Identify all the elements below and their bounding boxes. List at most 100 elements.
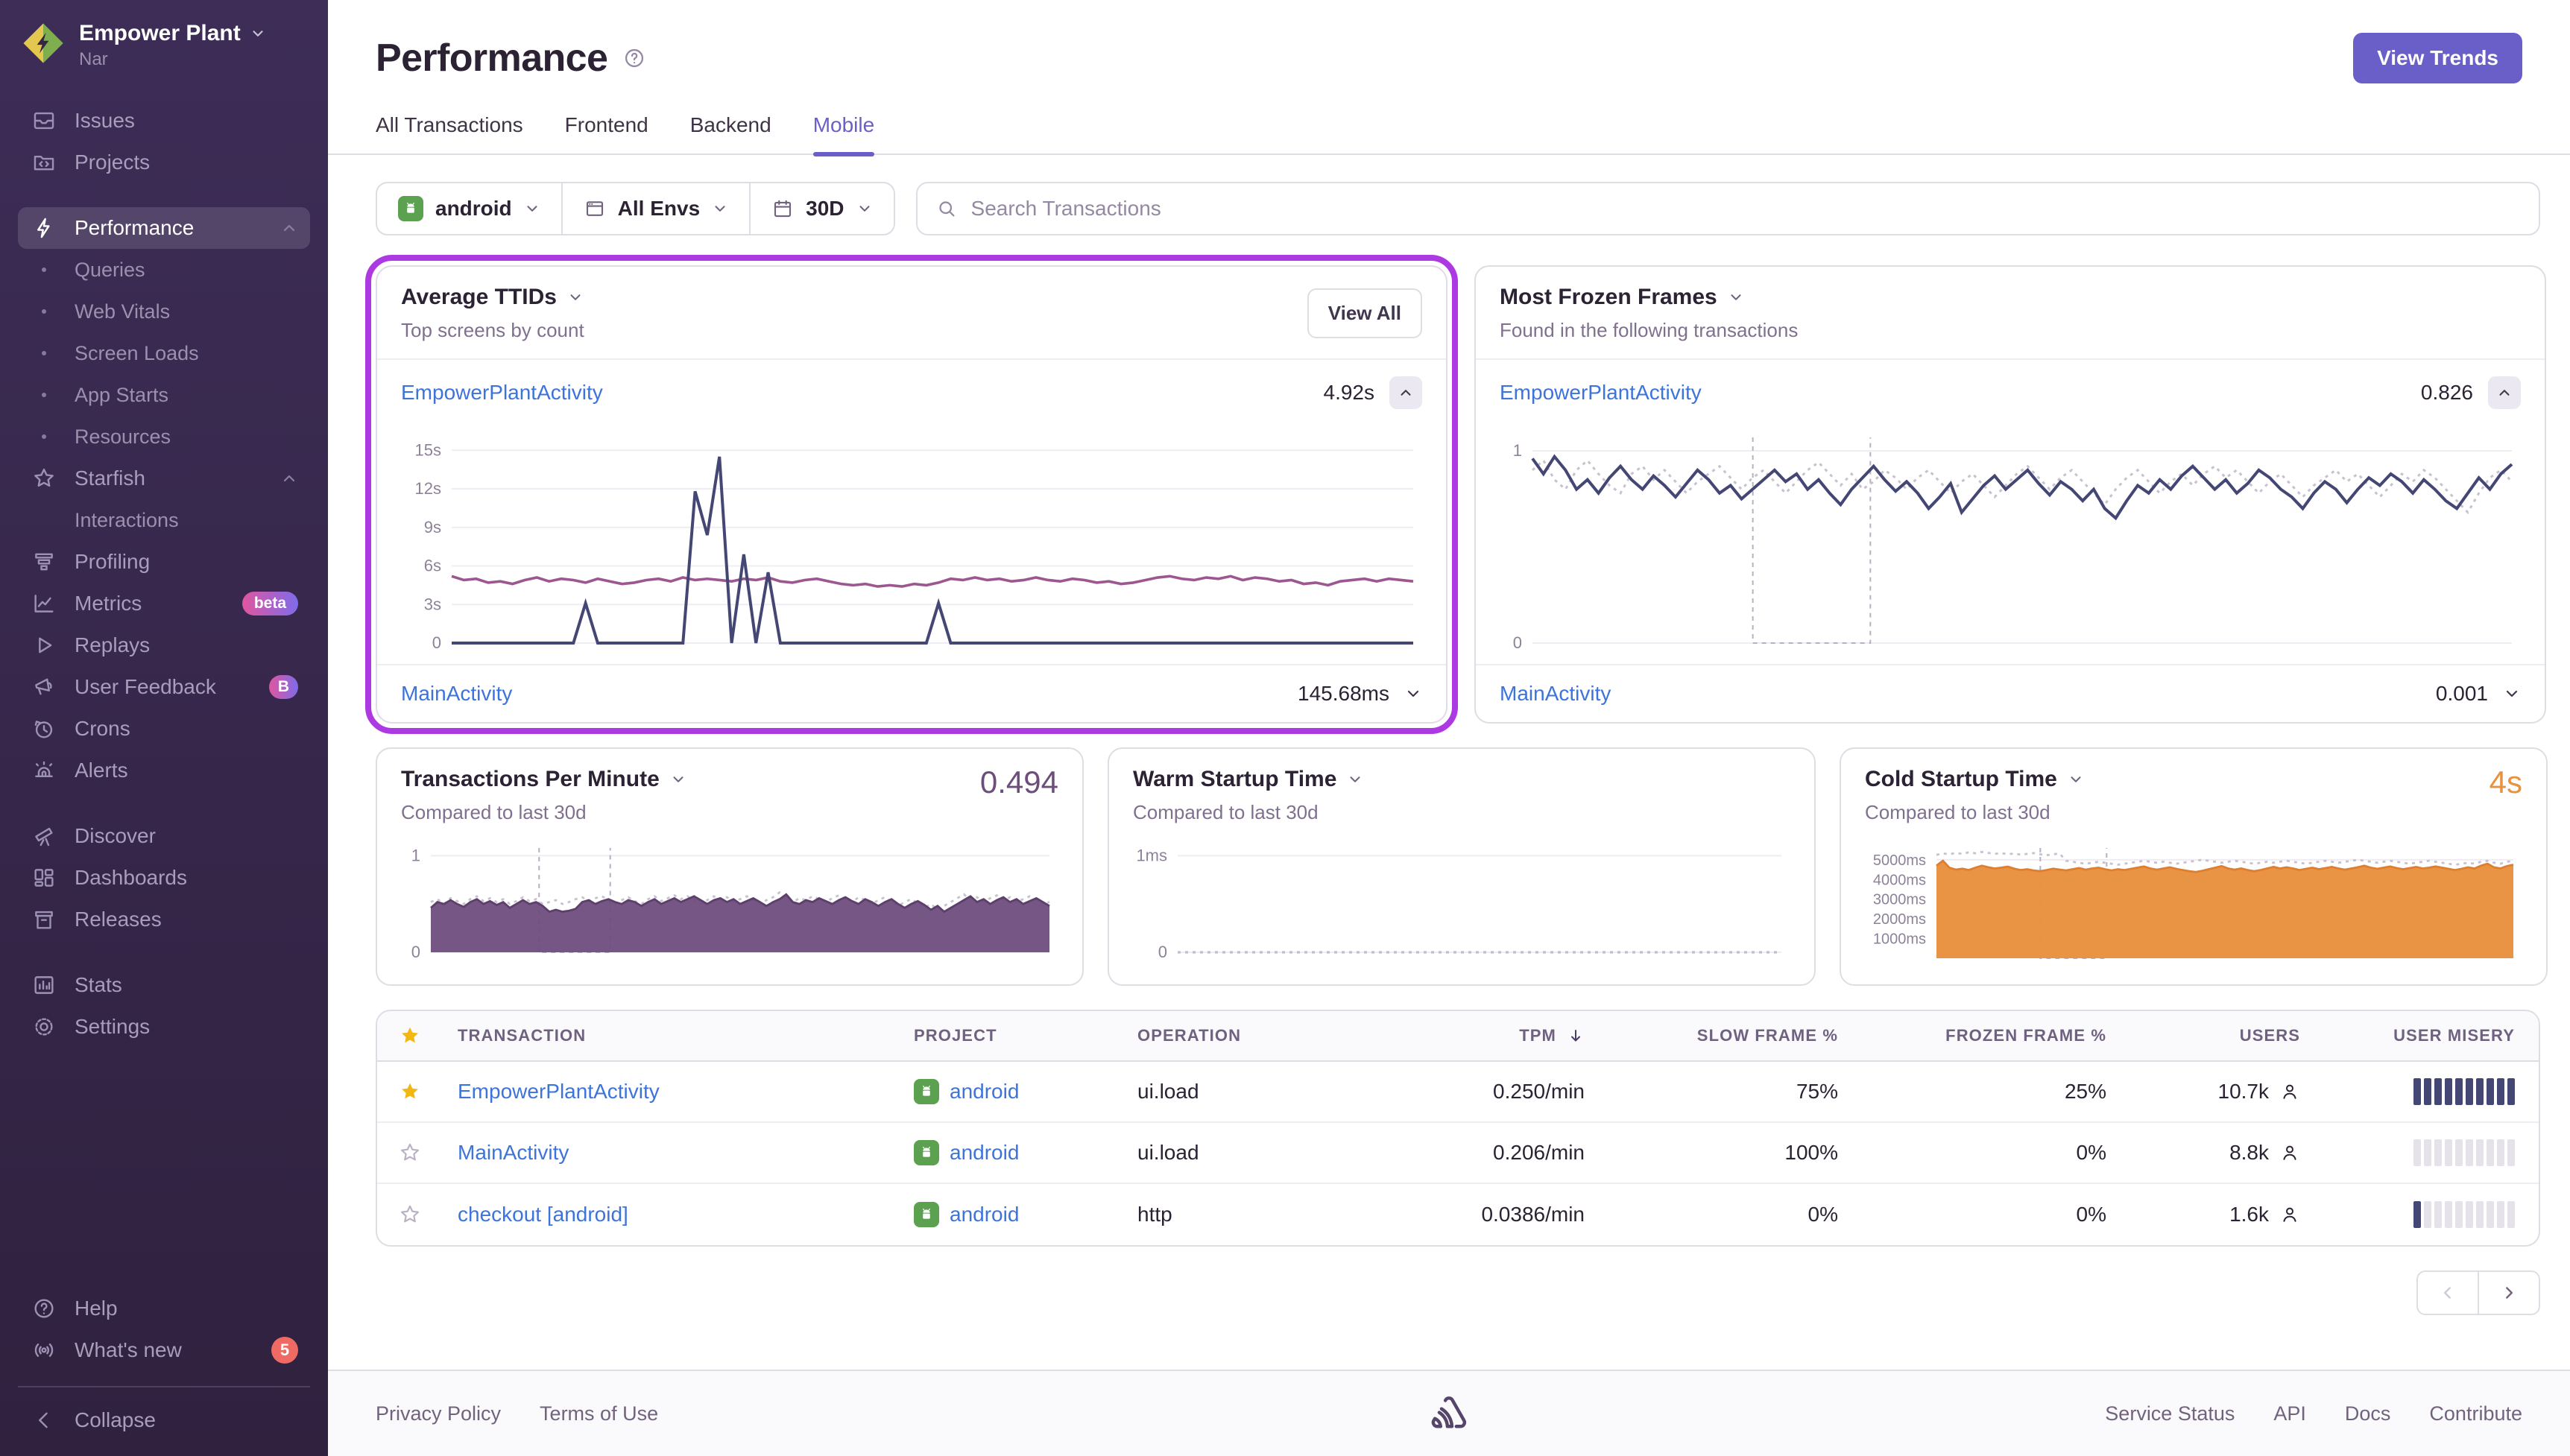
sidebar-collapse-button[interactable]: Collapse bbox=[18, 1399, 310, 1441]
sidebar-item-issues[interactable]: Issues bbox=[18, 100, 310, 142]
frozen-widget-selector[interactable]: Most Frozen Frames bbox=[1500, 285, 2521, 310]
star-toggle[interactable] bbox=[377, 1141, 443, 1165]
help-icon bbox=[30, 1296, 58, 1321]
view-trends-button[interactable]: View Trends bbox=[2353, 33, 2522, 83]
svg-text:1ms: 1ms bbox=[1136, 846, 1167, 864]
sidebar-item-resources[interactable]: Resources bbox=[18, 416, 310, 458]
android-project-icon bbox=[914, 1140, 939, 1165]
collapse-row-button[interactable] bbox=[1389, 376, 1422, 409]
sidebar-item-discover[interactable]: Discover bbox=[18, 815, 310, 857]
footer-link-api[interactable]: API bbox=[2273, 1402, 2306, 1425]
date-range-filter[interactable]: 30D bbox=[751, 183, 893, 234]
org-name: Empower Plant bbox=[79, 21, 241, 46]
warm-widget-selector[interactable]: Warm Startup Time bbox=[1133, 767, 1363, 792]
footer-link-service-status[interactable]: Service Status bbox=[2105, 1402, 2235, 1425]
sidebar-item-metrics[interactable]: Metrics beta bbox=[18, 583, 310, 624]
sidebar-item-replays[interactable]: Replays bbox=[18, 624, 310, 666]
notification-badge: 5 bbox=[271, 1337, 298, 1364]
sidebar-item-profiling[interactable]: Profiling bbox=[18, 541, 310, 583]
star-toggle[interactable] bbox=[377, 1080, 443, 1104]
project-filter[interactable]: android bbox=[377, 183, 563, 234]
chevron-down-icon bbox=[856, 200, 873, 217]
search-input[interactable] bbox=[971, 197, 2521, 221]
android-project-icon bbox=[914, 1202, 939, 1227]
sidebar-item-interactions[interactable]: Interactions bbox=[18, 499, 310, 541]
expand-row-button[interactable] bbox=[1404, 685, 1422, 703]
sidebar-item-queries[interactable]: Queries bbox=[18, 249, 310, 291]
sidebar-item-releases[interactable]: Releases bbox=[18, 899, 310, 940]
tpm-value: 0.206/min bbox=[1376, 1141, 1600, 1165]
sidebar-item-stats[interactable]: Stats bbox=[18, 964, 310, 1006]
sidebar-item-screen-loads[interactable]: Screen Loads bbox=[18, 332, 310, 374]
column-header-operation: OPERATION bbox=[1123, 1026, 1376, 1045]
cold-startup-chart: 5000ms4000ms3000ms2000ms1000ms bbox=[1865, 839, 2522, 967]
sidebar-item-user-feedback[interactable]: User Feedback B bbox=[18, 666, 310, 708]
tab-all-transactions[interactable]: All Transactions bbox=[376, 113, 523, 153]
sidebar-item-crons[interactable]: Crons bbox=[18, 708, 310, 750]
sidebar-item-alerts[interactable]: Alerts bbox=[18, 750, 310, 791]
chevron-down-icon bbox=[1728, 289, 1744, 306]
main-area: Performance View Trends All Transactions… bbox=[328, 0, 2570, 1456]
cold-value: 4s bbox=[2490, 767, 2522, 798]
panel-warm-startup-time: Warm Startup Time Compared to last 30d 1… bbox=[1108, 747, 1816, 986]
replays-icon bbox=[30, 633, 58, 658]
collapse-row-button[interactable] bbox=[2488, 376, 2521, 409]
transaction-link[interactable]: checkout [android] bbox=[458, 1203, 628, 1226]
cold-widget-selector[interactable]: Cold Startup Time bbox=[1865, 767, 2084, 792]
footer-link-privacy-policy[interactable]: Privacy Policy bbox=[376, 1402, 501, 1425]
project-filter-label: android bbox=[435, 197, 512, 221]
tab-mobile[interactable]: Mobile bbox=[813, 113, 874, 153]
sidebar-item-dashboards[interactable]: Dashboards bbox=[18, 857, 310, 899]
chevron-left-icon bbox=[30, 1408, 58, 1433]
footer-link-terms-of-use[interactable]: Terms of Use bbox=[540, 1402, 658, 1425]
sidebar-item-label: Releases bbox=[75, 908, 162, 931]
star-toggle[interactable] bbox=[377, 1203, 443, 1226]
sidebar-item-performance[interactable]: Performance bbox=[18, 207, 310, 249]
sidebar-item-web-vitals[interactable]: Web Vitals bbox=[18, 291, 310, 332]
column-header-tpm[interactable]: TPM bbox=[1376, 1026, 1600, 1045]
transaction-link[interactable]: EmpowerPlantActivity bbox=[401, 381, 603, 405]
sentry-logo-icon[interactable] bbox=[1427, 1393, 1471, 1434]
transaction-link[interactable]: EmpowerPlantActivity bbox=[458, 1080, 660, 1104]
footer-link-docs[interactable]: Docs bbox=[2345, 1402, 2391, 1425]
projects-icon bbox=[30, 150, 58, 175]
panel-transactions-per-minute: Transactions Per Minute Compared to last… bbox=[376, 747, 1084, 986]
svg-text:4000ms: 4000ms bbox=[1873, 872, 1926, 888]
expand-row-button[interactable] bbox=[2503, 685, 2521, 703]
alerts-icon bbox=[30, 758, 58, 783]
star-icon[interactable] bbox=[398, 1024, 422, 1048]
transaction-link[interactable]: MainActivity bbox=[458, 1141, 569, 1165]
tab-frontend[interactable]: Frontend bbox=[565, 113, 648, 153]
previous-page-button[interactable] bbox=[2416, 1270, 2479, 1315]
project-link[interactable]: android bbox=[950, 1141, 1019, 1165]
ttids-widget-selector[interactable]: Average TTIDs bbox=[401, 285, 1307, 310]
project-link[interactable]: android bbox=[950, 1080, 1019, 1104]
footer-link-contribute[interactable]: Contribute bbox=[2429, 1402, 2522, 1425]
sidebar-item-label: Replays bbox=[75, 633, 150, 657]
sidebar-item-settings[interactable]: Settings bbox=[18, 1006, 310, 1048]
operation-value: http bbox=[1123, 1203, 1376, 1226]
transaction-link[interactable]: EmpowerPlantActivity bbox=[1500, 381, 1702, 405]
sidebar-item-label: Help bbox=[75, 1297, 118, 1320]
transaction-link[interactable]: MainActivity bbox=[1500, 682, 1611, 706]
svg-text:5000ms: 5000ms bbox=[1873, 852, 1926, 869]
sidebar-item-label: Issues bbox=[75, 109, 135, 133]
next-page-button[interactable] bbox=[2478, 1270, 2540, 1315]
table-header-row: TRANSACTIONPROJECTOPERATIONTPMSLOW FRAME… bbox=[377, 1011, 2539, 1062]
sidebar-item-projects[interactable]: Projects bbox=[18, 142, 310, 183]
tpm-widget-selector[interactable]: Transactions Per Minute bbox=[401, 767, 686, 792]
chevron-down-icon bbox=[250, 25, 266, 42]
stats-icon bbox=[30, 972, 58, 998]
tab-backend[interactable]: Backend bbox=[690, 113, 771, 153]
view-all-button[interactable]: View All bbox=[1307, 288, 1422, 338]
sidebar-item-label: App Starts bbox=[75, 384, 168, 407]
project-link[interactable]: android bbox=[950, 1203, 1019, 1226]
org-switcher[interactable]: Empower Plant Nar bbox=[0, 0, 328, 82]
sidebar-item-starfish[interactable]: Starfish bbox=[18, 458, 310, 499]
sidebar-item-whats-new[interactable]: What's new 5 bbox=[18, 1329, 310, 1371]
sidebar-item-help[interactable]: Help bbox=[18, 1288, 310, 1329]
help-circle-icon[interactable] bbox=[622, 46, 646, 70]
environment-filter[interactable]: All Envs bbox=[563, 183, 751, 234]
sidebar-item-app-starts[interactable]: App Starts bbox=[18, 374, 310, 416]
transaction-link[interactable]: MainActivity bbox=[401, 682, 512, 706]
